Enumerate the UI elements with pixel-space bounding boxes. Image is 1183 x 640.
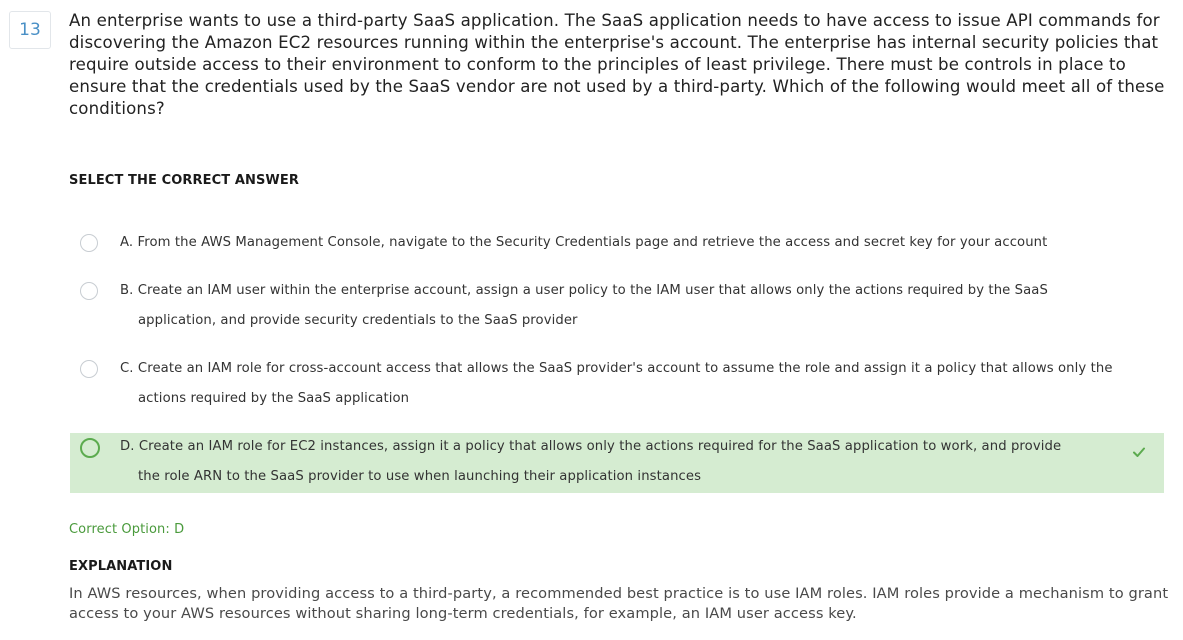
option-b[interactable]: B. Create an IAM user within the enterpr… bbox=[70, 278, 1164, 334]
option-b-line2: application, and provide security creden… bbox=[138, 313, 578, 328]
option-b-letter: B. bbox=[120, 283, 134, 298]
option-a-line1: A. From the AWS Management Console, navi… bbox=[120, 235, 1047, 250]
option-c[interactable]: C. Create an IAM role for cross-account … bbox=[70, 356, 1164, 412]
option-c-line2: actions required by the SaaS application bbox=[138, 391, 410, 406]
option-b-line1: B. Create an IAM user within the enterpr… bbox=[120, 283, 1048, 298]
option-a-letter: A. bbox=[120, 235, 134, 250]
explanation-heading: EXPLANATION bbox=[69, 559, 173, 574]
check-icon bbox=[1133, 447, 1145, 457]
option-b-text: Create an IAM user within the enterprise… bbox=[137, 283, 1048, 298]
option-d[interactable]: D. Create an IAM role for EC2 instances,… bbox=[70, 433, 1164, 493]
option-d-line2: the role ARN to the SaaS provider to use… bbox=[138, 469, 702, 484]
radio-icon[interactable] bbox=[80, 438, 100, 458]
select-answer-label: SELECT THE CORRECT ANSWER bbox=[69, 173, 299, 188]
option-d-line1: D. Create an IAM role for EC2 instances,… bbox=[120, 439, 1061, 454]
question-number: 13 bbox=[9, 11, 51, 49]
quiz-page: 13 An enterprise wants to use a third-pa… bbox=[0, 0, 1183, 640]
correct-option-label: Correct Option: D bbox=[69, 522, 185, 537]
option-c-text: Create an IAM role for cross-account acc… bbox=[137, 361, 1113, 376]
explanation-text: In AWS resources, when providing access … bbox=[69, 585, 1169, 622]
option-a[interactable]: A. From the AWS Management Console, navi… bbox=[70, 230, 1164, 258]
option-a-text: From the AWS Management Console, navigat… bbox=[137, 235, 1048, 250]
option-d-letter: D. bbox=[120, 439, 135, 454]
radio-icon[interactable] bbox=[80, 360, 98, 378]
question-text: An enterprise wants to use a third-party… bbox=[69, 11, 1165, 118]
option-c-letter: C. bbox=[120, 361, 134, 376]
radio-icon[interactable] bbox=[80, 282, 98, 300]
option-c-line1: C. Create an IAM role for cross-account … bbox=[120, 361, 1113, 376]
radio-icon[interactable] bbox=[80, 234, 98, 252]
option-d-text: Create an IAM role for EC2 instances, as… bbox=[138, 439, 1062, 454]
